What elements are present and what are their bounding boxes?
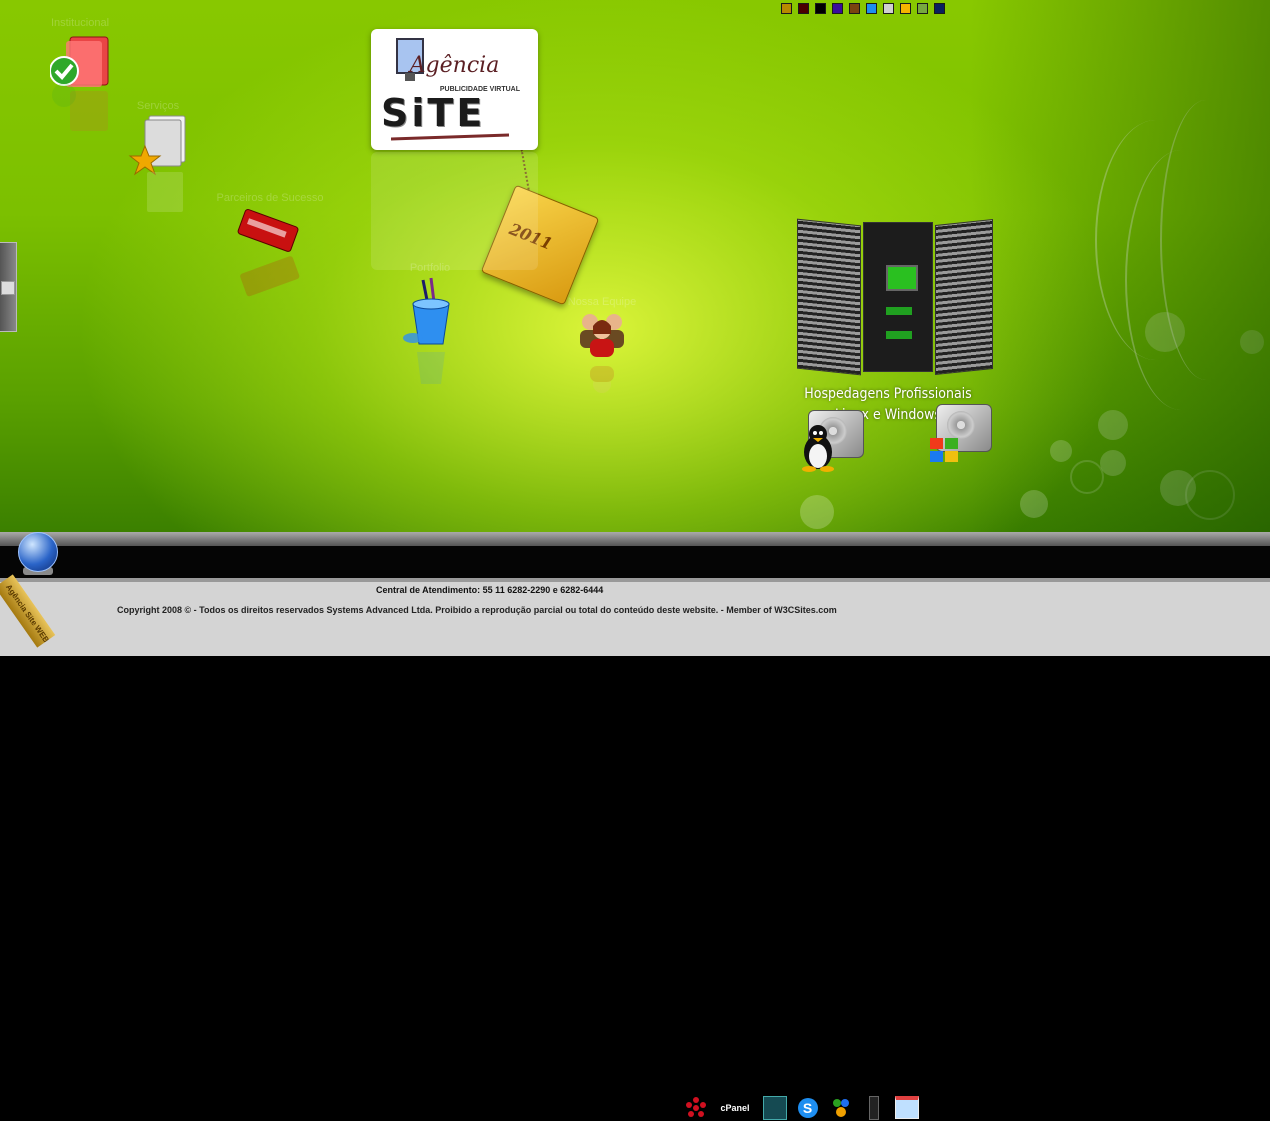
server-module: [886, 331, 912, 339]
swatch-amber[interactable]: [900, 3, 911, 14]
swatch-blue[interactable]: [866, 3, 877, 14]
red-card-icon: [237, 209, 300, 297]
desktop-item-portfolio[interactable]: Portfolio: [385, 262, 475, 402]
team-icon: [580, 314, 624, 393]
side-panel-toggle[interactable]: [0, 242, 17, 332]
agencia-site-logo[interactable]: Agência PUBLICIDADE VIRTUAL SiTE: [371, 29, 538, 150]
bubble-decoration: [1020, 490, 1048, 518]
bubble-decoration: [1098, 410, 1128, 440]
desktop-item-label: Nossa Equipe: [567, 296, 637, 308]
server-cabinet: [863, 222, 933, 372]
desktop-area: Institucional Serviços Parceiros de Suce…: [0, 0, 1270, 532]
msn-icon[interactable]: [827, 1094, 854, 1121]
bubble-decoration: [1240, 330, 1264, 354]
system-tray: cPanel S: [682, 1094, 920, 1121]
bubble-decoration: [800, 495, 834, 529]
taskbar-top-bevel: [0, 532, 1270, 546]
server-screen: [886, 265, 918, 291]
swatch-navy[interactable]: [934, 3, 945, 14]
folder-check-icon: [50, 36, 109, 131]
desktop-item-label: Serviços: [136, 100, 180, 112]
wisp-decoration: [1160, 100, 1252, 380]
swatch-brown[interactable]: [849, 3, 860, 14]
brush-icon: [391, 133, 510, 141]
logo-reflection: [371, 152, 538, 270]
ring-decoration: [1070, 460, 1104, 494]
cpanel-icon[interactable]: cPanel: [715, 1094, 755, 1121]
desktop-item-nossa-equipe[interactable]: Nossa Equipe: [560, 296, 644, 416]
logo-script-text: Agência: [409, 53, 500, 78]
bubble-decoration: [1050, 440, 1072, 462]
desktop-item-institucional[interactable]: Institucional: [40, 17, 120, 147]
desktop-item-servicos[interactable]: Serviços: [118, 100, 198, 225]
swatch-silver[interactable]: [883, 3, 894, 14]
copyright-text: Copyright 2008 © - Todos os direitos res…: [117, 605, 837, 615]
contact-info: Central de Atendimento: 55 11 6282-2290 …: [376, 585, 604, 595]
traffic-light-icon[interactable]: [860, 1094, 887, 1121]
swatch-olive[interactable]: [917, 3, 928, 14]
footer: [0, 582, 1270, 656]
paint-cup-icon: [403, 277, 450, 384]
terminal-icon[interactable]: [761, 1094, 788, 1121]
bubble-decoration: [1100, 450, 1126, 476]
swatch-maroon[interactable]: [798, 3, 809, 14]
server-rack-image[interactable]: [797, 218, 993, 376]
swatch-black[interactable]: [815, 3, 826, 14]
server-cabinet: [935, 218, 993, 376]
flower-icon[interactable]: [682, 1094, 709, 1121]
color-theme-picker: [781, 3, 945, 14]
swatch-purple[interactable]: [832, 3, 843, 14]
hosting-line-1: Hospedagens Profissionais: [804, 386, 972, 402]
bottom-strip: [0, 656, 1270, 665]
windows-flag-icon: [930, 438, 958, 462]
cpanel-label: cPanel: [720, 1102, 750, 1113]
swatch-gold[interactable]: [781, 3, 792, 14]
tux-penguin-icon: [802, 425, 834, 472]
document-star-icon: [128, 115, 186, 212]
desktop-item-parceiros[interactable]: Parceiros de Sucesso: [210, 192, 330, 307]
server-module: [886, 307, 912, 315]
window-icon[interactable]: [893, 1094, 920, 1121]
ring-decoration: [1185, 470, 1235, 520]
desktop-item-label: Parceiros de Sucesso: [216, 192, 324, 204]
taskbar: cPanel S: [0, 546, 1270, 1120]
desktop-item-label: Institucional: [50, 17, 110, 29]
skype-icon[interactable]: S: [794, 1094, 821, 1121]
start-globe-icon[interactable]: [18, 532, 58, 572]
broken-image-icon: [1, 281, 15, 295]
logo-big-text: SiTE: [381, 91, 486, 135]
server-cabinet: [797, 218, 861, 376]
